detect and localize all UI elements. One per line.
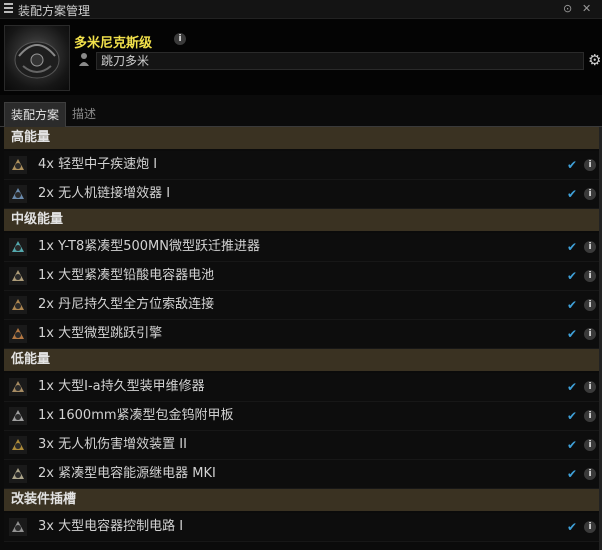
- minimize-icon[interactable]: ⊙: [563, 2, 572, 15]
- module-name: 紧凑型电容能源继电器 MKI: [58, 466, 216, 481]
- info-icon[interactable]: i: [584, 188, 596, 200]
- omnidirectional-link-icon: [8, 295, 28, 315]
- module-quantity: 3x: [38, 519, 54, 534]
- section-header: 改装件插槽: [4, 489, 600, 511]
- module-row[interactable]: 3x 大型电容器控制电路 I ✔ i: [4, 513, 600, 542]
- tab-bar: 装配方案 描述: [0, 100, 602, 127]
- info-icon[interactable]: i: [584, 521, 596, 533]
- info-icon[interactable]: i: [584, 299, 596, 311]
- module-name: 丹尼持久型全方位索敌连接: [58, 297, 215, 312]
- tab-fitting[interactable]: 装配方案: [4, 102, 67, 127]
- window-title: 装配方案管理: [18, 4, 91, 18]
- module-label: 2x 紧凑型电容能源继电器 MKI: [38, 460, 216, 488]
- cap-battery-icon: [8, 266, 28, 286]
- ship-image[interactable]: [4, 25, 70, 91]
- module-label: 3x 大型电容器控制电路 I: [38, 513, 183, 541]
- info-icon[interactable]: i: [584, 468, 596, 480]
- module-name: 无人机链接增效器 I: [58, 186, 171, 201]
- section-header: 中级能量: [4, 209, 600, 231]
- module-quantity: 3x: [38, 437, 54, 452]
- menu-icon[interactable]: [4, 3, 13, 13]
- drone-damage-icon: [8, 435, 28, 455]
- cap-relay-icon: [8, 464, 28, 484]
- check-icon: ✔: [567, 298, 578, 312]
- info-icon[interactable]: i: [584, 270, 596, 282]
- check-icon: ✔: [567, 520, 578, 534]
- module-label: 1x 大型紧凑型铅酸电容器电池: [38, 262, 214, 290]
- module-quantity: 1x: [38, 326, 54, 341]
- module-row[interactable]: 4x 轻型中子疾速炮 I ✔ i: [4, 151, 600, 180]
- microwarpdrive-icon: [8, 237, 28, 257]
- rig-icon: [8, 517, 28, 537]
- drone-link-icon: [8, 184, 28, 204]
- module-label: 1x 大型微型跳跃引擎: [38, 320, 162, 348]
- info-icon[interactable]: i: [584, 439, 596, 451]
- check-icon: ✔: [567, 467, 578, 481]
- module-row[interactable]: 2x 丹尼持久型全方位索敌连接 ✔ i: [4, 291, 600, 320]
- module-quantity: 1x: [38, 408, 54, 423]
- info-icon[interactable]: i: [584, 241, 596, 253]
- check-icon: ✔: [567, 187, 578, 201]
- fitting-header: 多米尼克斯级 i 跳刀多米 ⚙: [0, 19, 602, 95]
- check-icon: ✔: [567, 269, 578, 283]
- fitting-name: 跳刀多米: [101, 54, 150, 68]
- tab-description[interactable]: 描述: [66, 102, 102, 126]
- check-icon: ✔: [567, 409, 578, 423]
- module-label: 2x 丹尼持久型全方位索敌连接: [38, 291, 214, 319]
- module-quantity: 1x: [38, 239, 54, 254]
- ship-name: 多米尼克斯级: [74, 36, 153, 51]
- module-label: 2x 无人机链接增效器 I: [38, 180, 170, 208]
- micro-jump-icon: [8, 324, 28, 344]
- check-icon: ✔: [567, 158, 578, 172]
- armor-repairer-icon: [8, 377, 28, 397]
- check-icon: ✔: [567, 438, 578, 452]
- title-bar: 装配方案管理 ⊙ ✕: [0, 0, 602, 19]
- section-header: 低能量: [4, 349, 600, 371]
- module-name: 轻型中子疾速炮 I: [58, 157, 158, 172]
- check-icon: ✔: [567, 240, 578, 254]
- module-row[interactable]: 1x 1600mm紧凑型包金钨附甲板 ✔ i: [4, 402, 600, 431]
- info-icon[interactable]: i: [584, 328, 596, 340]
- blaster-icon: [8, 155, 28, 175]
- module-list: 高能量 4x 轻型中子疾速炮 I ✔ i 2x 无人机链接增效器 I ✔ i 中级能量 1x Y…: [4, 127, 600, 550]
- module-row[interactable]: 3x 无人机伤害增效装置 II ✔ i: [4, 431, 600, 460]
- check-icon: ✔: [567, 380, 578, 394]
- close-icon[interactable]: ✕: [582, 2, 591, 15]
- module-quantity: 2x: [38, 297, 54, 312]
- module-name: Y-T8紧凑型500MN微型跃迁推进器: [58, 239, 260, 254]
- module-label: 3x 无人机伤害增效装置 II: [38, 431, 187, 459]
- armor-plate-icon: [8, 406, 28, 426]
- module-label: 4x 轻型中子疾速炮 I: [38, 151, 157, 179]
- info-icon[interactable]: i: [584, 410, 596, 422]
- fitting-name-field[interactable]: 跳刀多米: [96, 52, 584, 70]
- module-row[interactable]: 2x 无人机链接增效器 I ✔ i: [4, 180, 600, 209]
- section-header: 高能量: [4, 127, 600, 149]
- info-icon[interactable]: i: [584, 381, 596, 393]
- person-icon: [79, 53, 89, 66]
- module-name: 大型微型跳跃引擎: [58, 326, 163, 341]
- module-row[interactable]: 2x 紧凑型电容能源继电器 MKI ✔ i: [4, 460, 600, 489]
- module-row[interactable]: 1x 大型I-a持久型装甲维修器 ✔ i: [4, 373, 600, 402]
- module-quantity: 1x: [38, 268, 54, 283]
- module-name: 1600mm紧凑型包金钨附甲板: [58, 408, 234, 423]
- module-quantity: 2x: [38, 466, 54, 481]
- module-name: 大型紧凑型铅酸电容器电池: [58, 268, 215, 283]
- module-row[interactable]: 1x Y-T8紧凑型500MN微型跃迁推进器 ✔ i: [4, 233, 600, 262]
- gear-icon[interactable]: ⚙: [588, 52, 601, 68]
- module-quantity: 2x: [38, 186, 54, 201]
- module-quantity: 4x: [38, 157, 54, 172]
- module-row[interactable]: 1x 大型紧凑型铅酸电容器电池 ✔ i: [4, 262, 600, 291]
- module-name: 大型I-a持久型装甲维修器: [58, 379, 205, 394]
- module-quantity: 1x: [38, 379, 54, 394]
- module-label: 1x 大型I-a持久型装甲维修器: [38, 373, 205, 401]
- module-name: 大型电容器控制电路 I: [58, 519, 184, 534]
- info-icon[interactable]: i: [584, 159, 596, 171]
- module-label: 1x Y-T8紧凑型500MN微型跃迁推进器: [38, 233, 260, 261]
- ship-info-icon[interactable]: i: [174, 33, 186, 45]
- module-name: 无人机伤害增效装置 II: [58, 437, 187, 452]
- check-icon: ✔: [567, 327, 578, 341]
- module-label: 1x 1600mm紧凑型包金钨附甲板: [38, 402, 234, 430]
- module-row[interactable]: 1x 大型微型跳跃引擎 ✔ i: [4, 320, 600, 349]
